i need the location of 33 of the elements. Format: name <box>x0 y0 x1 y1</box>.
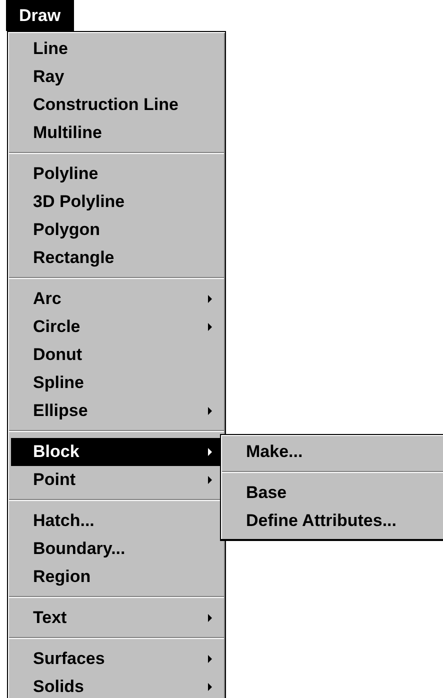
menu-item[interactable]: Text <box>11 604 222 632</box>
menu-item[interactable]: Spline <box>11 369 222 397</box>
submenu-arrow-icon <box>208 448 212 456</box>
menu-item[interactable]: Donut <box>11 341 222 369</box>
menu-item[interactable]: Base <box>224 479 443 507</box>
menu-item[interactable]: Multiline <box>11 119 222 147</box>
menu-item[interactable]: Circle <box>11 313 222 341</box>
menu-item[interactable]: Arc <box>11 285 222 313</box>
menu-item[interactable]: 3D Polyline <box>11 188 222 216</box>
menu-item[interactable]: Region <box>11 563 222 591</box>
menu-item[interactable]: Rectangle <box>11 244 222 272</box>
menu-item[interactable]: Ray <box>11 63 222 91</box>
menu-item[interactable]: Polyline <box>11 160 222 188</box>
submenu-arrow-icon <box>208 655 212 663</box>
menu-item[interactable]: Solids <box>11 673 222 698</box>
submenu-arrow-icon <box>208 683 212 691</box>
menu-item[interactable]: Make... <box>224 438 443 466</box>
submenu-arrow-icon <box>208 295 212 303</box>
menu-item[interactable]: Ellipse <box>11 397 222 425</box>
menubar-item[interactable]: Draw <box>6 0 74 31</box>
submenu-arrow-icon <box>208 476 212 484</box>
submenu-arrow-icon <box>208 614 212 622</box>
menu-item[interactable]: Hatch... <box>11 507 222 535</box>
menu-item[interactable]: Construction Line <box>11 91 222 119</box>
menu-item[interactable]: Line <box>11 35 222 63</box>
menu-item[interactable]: Define Attributes... <box>224 507 443 535</box>
menu-item[interactable]: Polygon <box>11 216 222 244</box>
menu-item[interactable]: Boundary... <box>11 535 222 563</box>
menu-item[interactable]: Block <box>11 438 222 466</box>
menu-item[interactable]: Point <box>11 466 222 494</box>
submenu-arrow-icon <box>208 323 212 331</box>
menu-item[interactable]: Surfaces <box>11 645 222 673</box>
submenu-arrow-icon <box>208 407 212 415</box>
